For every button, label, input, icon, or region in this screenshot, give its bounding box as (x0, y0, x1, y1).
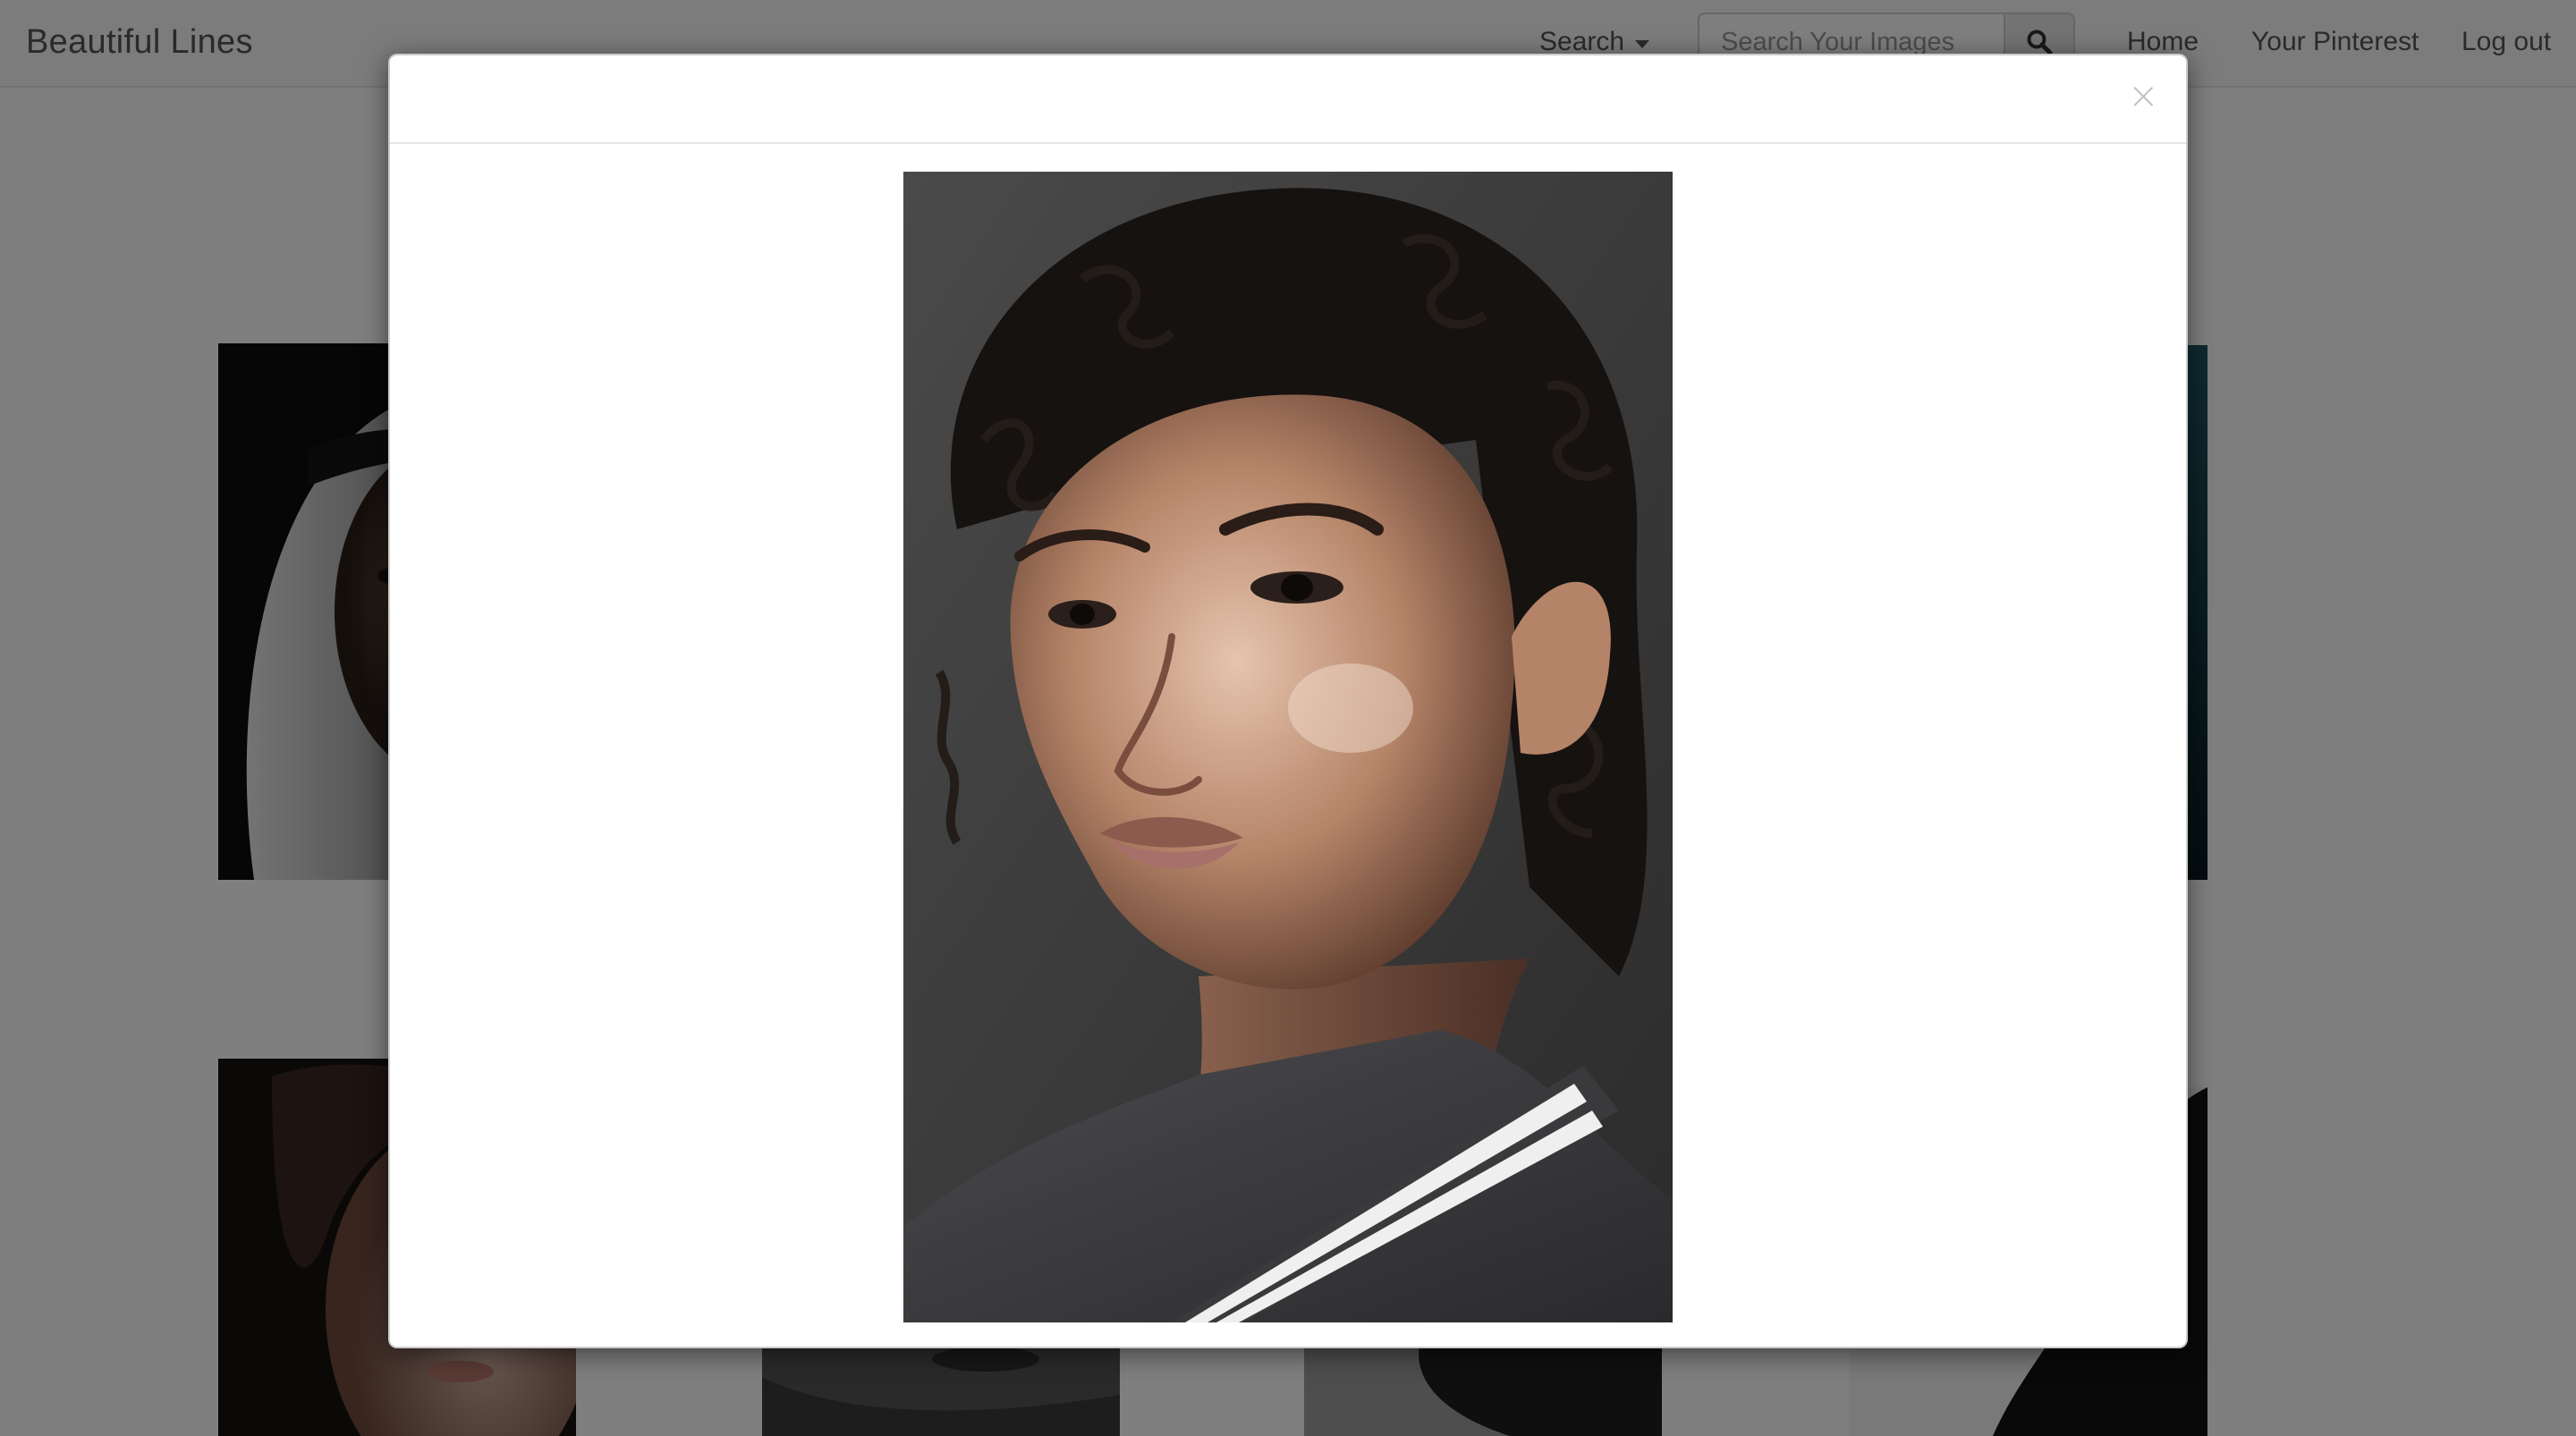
modal-portrait-image (903, 172, 1673, 1322)
close-icon[interactable]: × (2128, 77, 2159, 114)
modal-header: × (390, 55, 2186, 144)
image-preview-modal: × (388, 54, 2188, 1348)
